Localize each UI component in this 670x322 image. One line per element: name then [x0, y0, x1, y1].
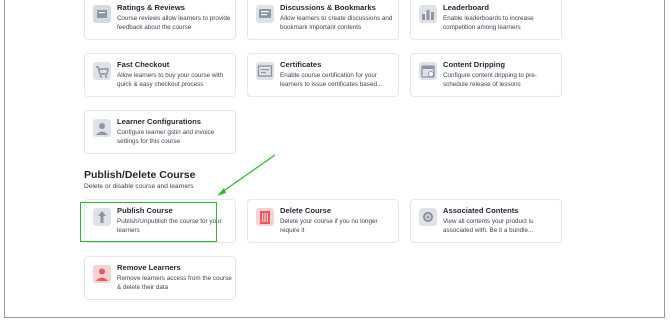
- delete-icon: [256, 208, 274, 226]
- remove-learners-icon: [93, 265, 111, 283]
- associated-icon: [419, 208, 437, 226]
- card-title: Remove Learners: [117, 263, 181, 272]
- card-description: View all contents your product is associ…: [443, 218, 534, 234]
- card-description: Delete your course if you no longer requ…: [280, 218, 378, 234]
- card-delete-course[interactable]: Delete Course Delete your course if you …: [247, 199, 399, 243]
- card-title: Delete Course: [280, 206, 332, 215]
- card-description: Remove learners access from the course &…: [117, 275, 232, 291]
- card-title: Associated Contents: [443, 206, 519, 215]
- publish-course-highlight: [80, 202, 217, 242]
- card-remove-learners[interactable]: Remove Learners Remove learners access f…: [84, 256, 236, 300]
- card-associated-contents[interactable]: Associated Contents View all contents yo…: [410, 199, 562, 243]
